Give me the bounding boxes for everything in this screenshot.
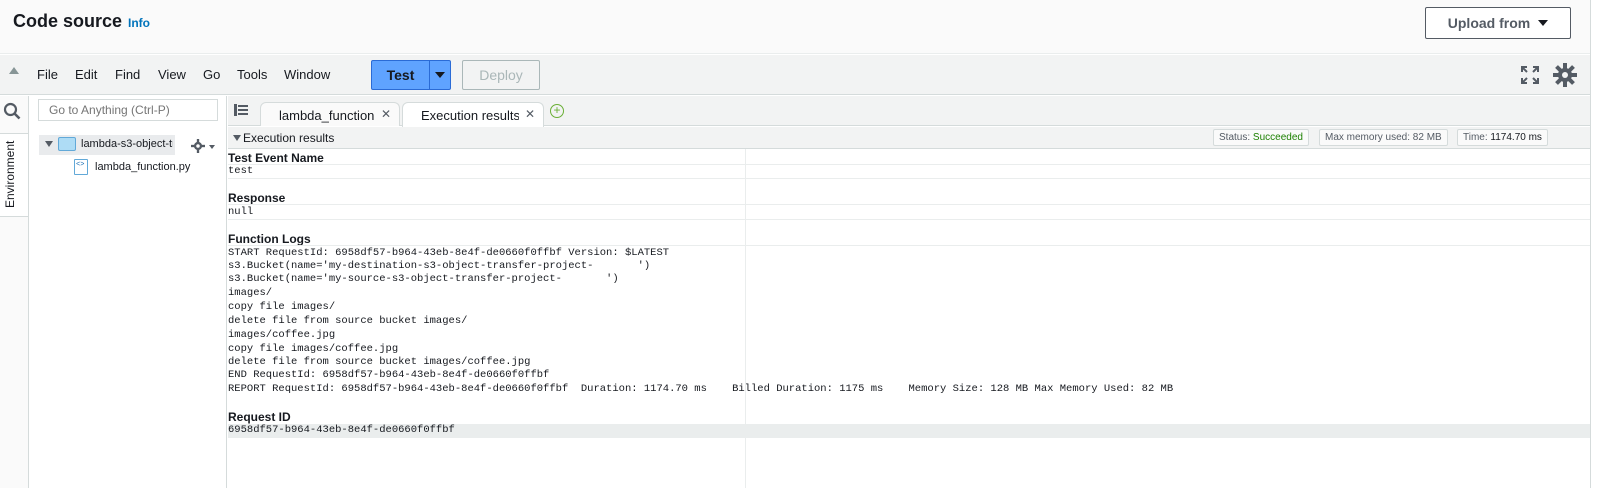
status-badge: Status: Succeeded bbox=[1213, 129, 1309, 146]
folder-label: lambda-s3-object-tr bbox=[81, 138, 173, 150]
time-label: Time: bbox=[1463, 132, 1488, 143]
request-id-heading: Request ID bbox=[228, 410, 291, 424]
menu-find[interactable]: Find bbox=[115, 67, 140, 82]
test-button[interactable]: Test bbox=[371, 60, 451, 90]
request-id-value: 6958df57-b964-43eb-8e4f-de0660f0ffbf bbox=[228, 424, 455, 436]
log-line: delete file from source bucket images/co… bbox=[228, 356, 531, 368]
add-tab-icon[interactable]: + bbox=[550, 104, 564, 118]
editor-toolbar: File Edit Find View Go Tools Window Test… bbox=[0, 55, 1590, 95]
time-value: 1174.70 ms bbox=[1490, 132, 1542, 143]
header-bar: Code source Info Upload from bbox=[0, 0, 1602, 54]
caret-down-icon bbox=[1538, 20, 1549, 26]
log-line: copy file images/coffee.jpg bbox=[228, 343, 399, 355]
page-title: Code source bbox=[13, 11, 123, 31]
response-value: null bbox=[228, 206, 254, 218]
log-line: copy file images/ bbox=[228, 301, 336, 313]
function-logs-heading: Function Logs bbox=[228, 232, 311, 246]
divider bbox=[228, 437, 1590, 438]
deploy-button[interactable]: Deploy bbox=[462, 60, 540, 90]
test-event-heading: Test Event Name bbox=[228, 151, 324, 165]
python-file-icon bbox=[74, 159, 88, 175]
editor-tab-bar: lambda_function ✕ Execution results ✕ + bbox=[228, 96, 1590, 127]
results-title: Execution results bbox=[243, 131, 335, 145]
divider bbox=[228, 164, 1590, 165]
gear-icon[interactable] bbox=[1553, 63, 1577, 87]
close-icon[interactable]: ✕ bbox=[381, 107, 391, 121]
tab-label: Execution results bbox=[421, 108, 519, 123]
status-label: Status: bbox=[1219, 132, 1251, 143]
memory-badge: Max memory used: 82 MB bbox=[1319, 129, 1448, 146]
environment-tab-label: Environment bbox=[3, 140, 17, 208]
test-event-value: test bbox=[228, 165, 254, 177]
divider bbox=[228, 219, 1590, 220]
divider bbox=[228, 178, 1590, 179]
menu-edit[interactable]: Edit bbox=[75, 67, 97, 82]
log-line: END RequestId: 6958df57-b964-43eb-8e4f-d… bbox=[228, 369, 550, 381]
close-icon[interactable]: ✕ bbox=[525, 107, 535, 121]
folder-icon bbox=[58, 137, 76, 151]
fullscreen-icon[interactable] bbox=[1520, 65, 1540, 85]
log-line: delete file from source bucket images/ bbox=[228, 315, 468, 327]
collapse-arrow-icon[interactable] bbox=[9, 67, 19, 74]
test-dropdown-button[interactable] bbox=[430, 61, 450, 89]
upload-from-label: Upload from bbox=[1447, 15, 1531, 31]
menu-window[interactable]: Window bbox=[284, 67, 330, 82]
tab-list-icon[interactable] bbox=[234, 104, 248, 116]
log-line: s3.Bucket(name='my-destination-s3-object… bbox=[228, 260, 651, 272]
tab-lambda-function[interactable]: lambda_function ✕ bbox=[260, 102, 400, 126]
menu-tools[interactable]: Tools bbox=[237, 67, 267, 82]
caret-down-icon bbox=[435, 72, 445, 78]
goto-anything-input[interactable] bbox=[38, 99, 218, 121]
results-header: Execution results Status: Succeeded Max … bbox=[228, 127, 1590, 149]
execution-results-panel: Execution results Status: Succeeded Max … bbox=[228, 127, 1590, 488]
time-badge: Time: 1174.70 ms bbox=[1457, 129, 1548, 146]
tree-settings-gear-icon[interactable] bbox=[191, 139, 205, 153]
tab-execution-results[interactable]: Execution results ✕ bbox=[402, 102, 544, 127]
file-tree-panel: lambda-s3-object-tr lambda_function.py bbox=[29, 96, 227, 488]
collapse-arrow-icon[interactable] bbox=[233, 135, 241, 141]
tree-expand-arrow-icon[interactable] bbox=[45, 141, 53, 147]
tab-label: lambda_function bbox=[279, 108, 375, 123]
status-value: Succeeded bbox=[1252, 132, 1303, 143]
tree-settings-caret-icon[interactable] bbox=[209, 145, 215, 149]
file-tree-item-lambda-function[interactable]: lambda_function.py bbox=[95, 161, 190, 173]
menu-file[interactable]: File bbox=[37, 67, 58, 82]
divider bbox=[228, 245, 1590, 246]
info-link[interactable]: Info bbox=[128, 16, 150, 30]
divider bbox=[228, 204, 1590, 205]
log-line: images/ bbox=[228, 287, 273, 299]
test-button-label: Test bbox=[372, 61, 430, 89]
page-scrollbar[interactable] bbox=[1590, 0, 1602, 488]
search-icon[interactable] bbox=[3, 102, 21, 120]
log-line: images/coffee.jpg bbox=[228, 329, 336, 341]
menu-go[interactable]: Go bbox=[203, 67, 220, 82]
log-line: s3.Bucket(name='my-source-s3-object-tran… bbox=[228, 273, 619, 285]
log-line: REPORT RequestId: 6958df57-b964-43eb-8e4… bbox=[228, 383, 1174, 395]
response-heading: Response bbox=[228, 191, 286, 205]
tree-folder-row[interactable]: lambda-s3-object-tr bbox=[39, 135, 175, 155]
log-line: START RequestId: 6958df57-b964-43eb-8e4f… bbox=[228, 247, 670, 259]
upload-from-button[interactable]: Upload from bbox=[1425, 7, 1571, 39]
menu-view[interactable]: View bbox=[158, 67, 186, 82]
